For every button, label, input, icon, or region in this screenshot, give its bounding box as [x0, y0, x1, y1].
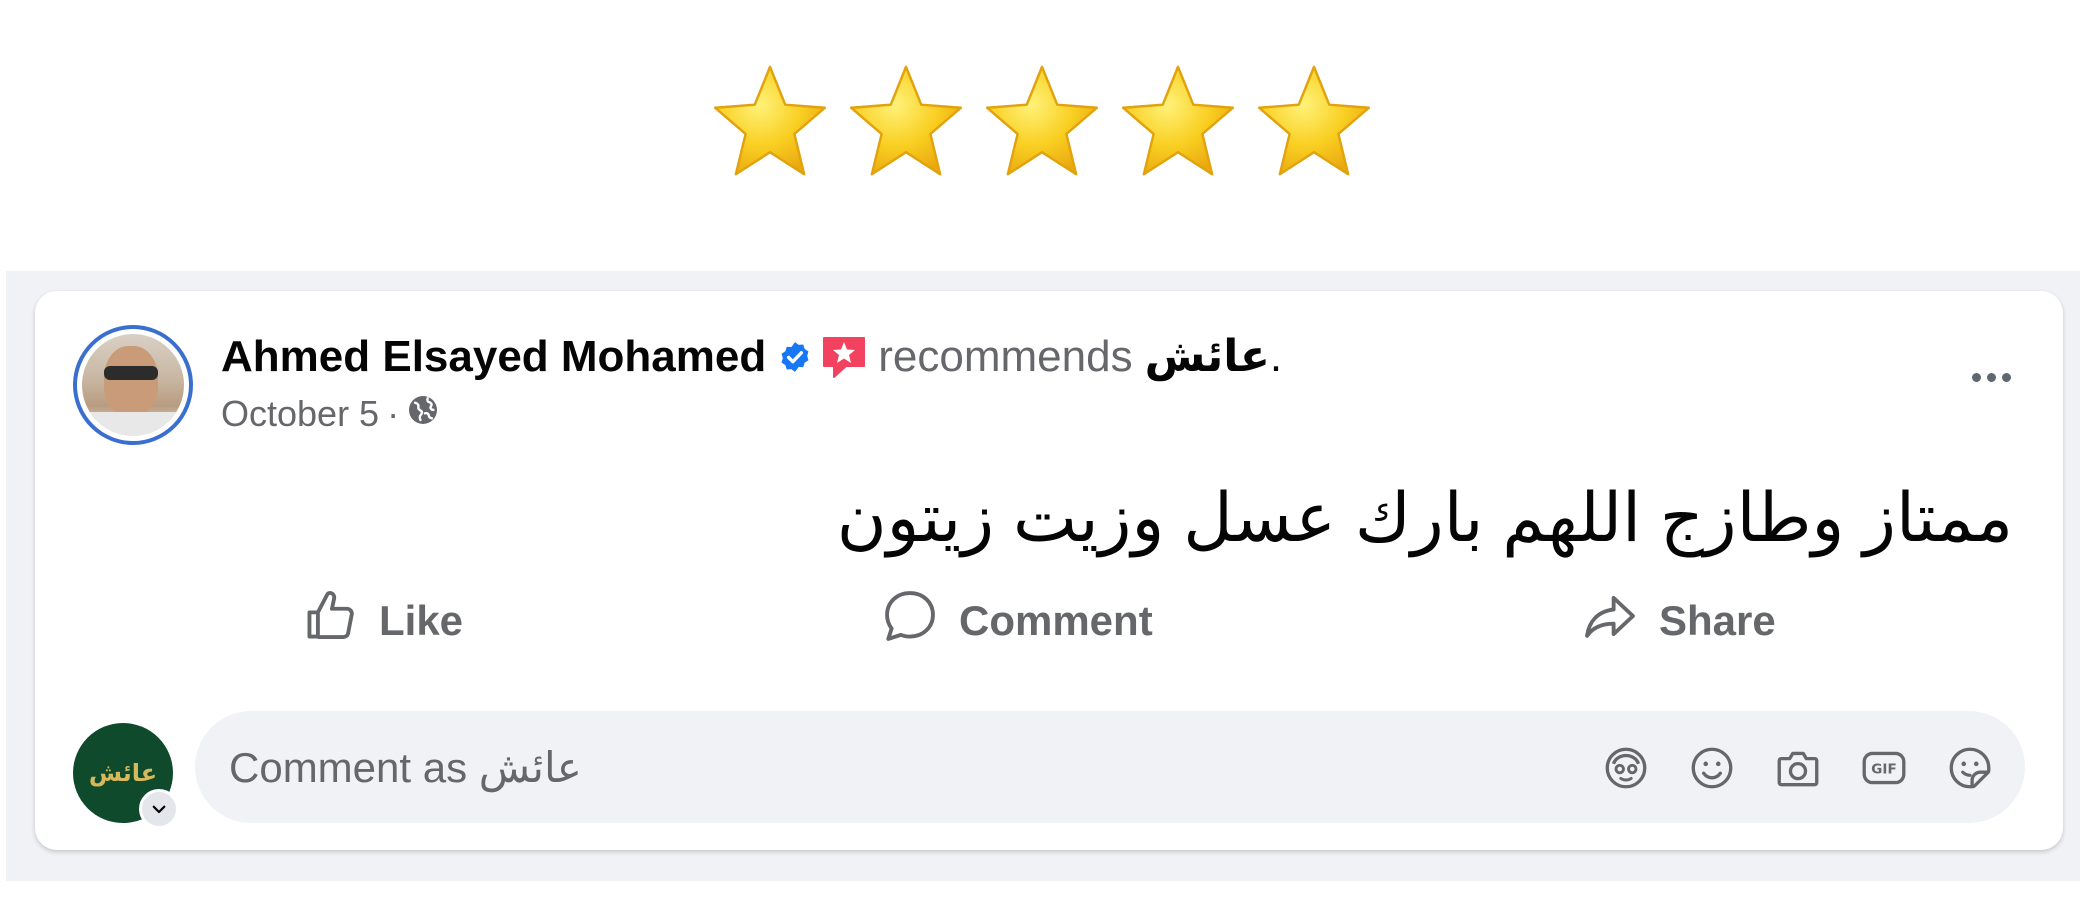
comment-button[interactable]: Comment [881, 587, 1153, 655]
emoji-icon[interactable] [1687, 743, 1737, 793]
comment-input[interactable]: Comment as عائش GIF [195, 711, 2025, 823]
switch-profile-chevron-icon[interactable] [139, 789, 179, 829]
commenter-logo-text: عائش [88, 759, 158, 787]
like-button[interactable]: Like [301, 587, 463, 655]
post-meta: October 5 · [221, 393, 439, 435]
gif-icon[interactable]: GIF [1859, 743, 1909, 793]
recommendation-post-card: Ahmed Elsayed Mohamed recommends عائش. O… [35, 291, 2063, 850]
rating-stars [0, 62, 2084, 184]
meta-separator: · [387, 393, 400, 434]
thumbs-up-icon [301, 587, 359, 655]
star-icon-3 [981, 62, 1103, 184]
share-arrow-icon [1581, 587, 1639, 655]
recommends-text: recommends [878, 331, 1133, 381]
star-icon-1 [709, 62, 831, 184]
comment-bubble-icon [881, 587, 939, 655]
star-icon-5 [1253, 62, 1375, 184]
comment-placeholder: Comment as عائش [229, 744, 582, 791]
star-icon-4 [1117, 62, 1239, 184]
post-actions-bar: Like Comment Share [35, 587, 2063, 667]
comment-tools: GIF [1601, 743, 1995, 793]
page-name-link[interactable]: عائش [1145, 331, 1270, 382]
author-avatar[interactable] [73, 325, 193, 445]
camera-icon[interactable] [1773, 743, 1823, 793]
share-label: Share [1659, 597, 1776, 644]
post-date[interactable]: October 5 [221, 393, 379, 435]
share-button[interactable]: Share [1581, 587, 1776, 655]
verified-badge-icon [778, 340, 812, 374]
sticker-icon[interactable] [1945, 743, 1995, 793]
author-name[interactable]: Ahmed Elsayed Mohamed [221, 332, 766, 382]
like-label: Like [379, 597, 464, 644]
star-icon-2 [845, 62, 967, 184]
globe-icon [407, 393, 439, 435]
svg-text:GIF: GIF [1871, 761, 1896, 777]
post-header: Ahmed Elsayed Mohamed recommends عائش. [221, 331, 1282, 382]
more-options-icon[interactable] [1972, 373, 2011, 382]
post-body-text: ممتاز وطازج اللهم بارك عسل وزيت زيتون [836, 480, 2013, 556]
recommend-badge-icon [820, 334, 868, 380]
comment-label: Comment [959, 597, 1153, 644]
sentence-period: . [1269, 331, 1283, 381]
avatar-sticker-icon[interactable] [1601, 743, 1651, 793]
